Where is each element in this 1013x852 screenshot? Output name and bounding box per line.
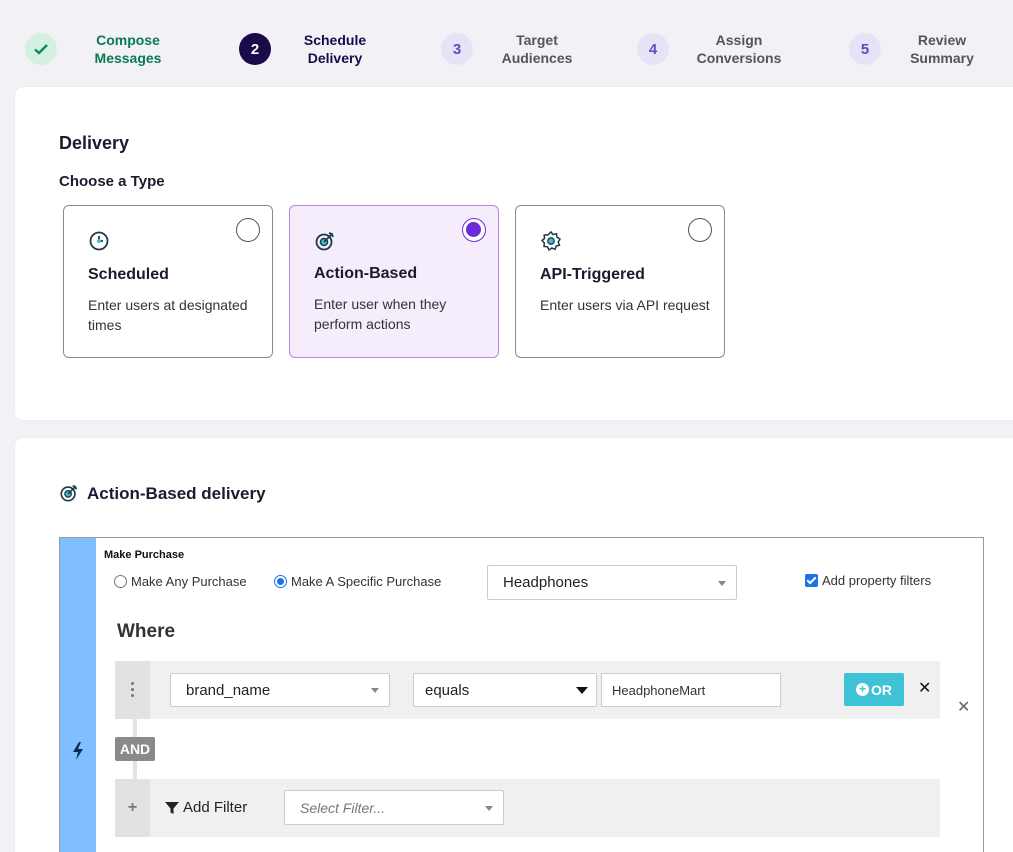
delivery-card: Delivery Choose a Type Scheduled Enter u… (15, 87, 1013, 420)
type-card-action-based[interactable]: Action-Based Enter user when they perfor… (289, 205, 499, 358)
add-property-filters-checkbox[interactable]: Add property filters (805, 573, 931, 588)
type-title: Scheduled (88, 266, 169, 283)
trigger-box: Make Purchase Make Any Purchase Make A S… (59, 537, 984, 852)
progress-stepper: Compose Messages 2 Schedule Delivery 3 T… (0, 0, 1013, 86)
trigger-side-bar (60, 538, 96, 852)
target-icon (60, 484, 78, 502)
step-label: Schedule Delivery (303, 32, 367, 66)
type-radio[interactable] (462, 218, 486, 242)
radio-make-any-purchase[interactable]: Make Any Purchase (114, 574, 247, 589)
product-select[interactable]: Headphones (487, 565, 737, 600)
funnel-icon (165, 801, 179, 814)
filter-row: brand_name equals HeadphoneMart + OR ✕ (115, 661, 940, 719)
drag-handle[interactable] (115, 661, 150, 719)
close-filter-group-button[interactable]: ✕ (957, 697, 970, 717)
select-filter-placeholder: Select Filter... (300, 799, 386, 816)
chevron-down-icon (718, 580, 726, 586)
add-filter-text: Add Filter (183, 799, 248, 816)
type-radio[interactable] (236, 218, 260, 242)
radio-label: Make A Specific Purchase (291, 574, 442, 589)
step-number: 4 (637, 33, 669, 65)
radio-make-specific-purchase[interactable]: Make A Specific Purchase (274, 574, 441, 589)
step-label: Review Summary (910, 32, 974, 66)
step-label: Assign Conversions (696, 32, 782, 66)
choose-type-label: Choose a Type (59, 173, 165, 190)
chevron-down-icon (485, 805, 493, 811)
type-description: Enter users via API request (540, 297, 710, 313)
step-schedule-delivery[interactable]: 2 Schedule Delivery (239, 31, 375, 67)
step-label: Compose Messages (94, 32, 162, 66)
step-compose-messages[interactable]: Compose Messages (25, 31, 171, 67)
checkbox-label: Add property filters (822, 573, 932, 588)
gear-icon (540, 230, 562, 252)
type-description: Enter users at designated times (88, 297, 248, 333)
type-card-api-triggered[interactable]: API-Triggered Enter users via API reques… (515, 205, 725, 358)
trigger-label: Make Purchase (104, 549, 185, 561)
step-review-summary[interactable]: 5 Review Summary (849, 31, 977, 67)
add-filter-label: Add Filter (165, 799, 247, 816)
caret-down-icon (576, 687, 588, 694)
step-label: Target Audiences (501, 32, 573, 66)
action-based-heading: Action-Based delivery (87, 484, 266, 503)
radio-label: Make Any Purchase (131, 574, 247, 589)
add-filter-row: + Add Filter Select Filter... (115, 779, 940, 837)
or-button-label: OR (871, 681, 892, 698)
target-icon (315, 232, 334, 251)
plus-icon[interactable]: + (115, 779, 150, 837)
step-number: 2 (239, 33, 271, 65)
property-select[interactable]: brand_name (170, 673, 390, 707)
or-button[interactable]: + OR (844, 673, 904, 706)
radio-button[interactable] (114, 575, 127, 588)
operator-select-value: equals (425, 681, 470, 699)
property-select-value: brand_name (186, 681, 271, 699)
delivery-heading: Delivery (59, 133, 130, 153)
plus-circle-icon: + (856, 683, 869, 696)
where-heading: Where (117, 621, 176, 642)
remove-filter-button[interactable]: ✕ (918, 678, 931, 698)
lightning-bolt-icon (73, 742, 83, 760)
check-icon (25, 33, 57, 65)
type-title: Action-Based (314, 265, 418, 282)
select-filter-dropdown[interactable]: Select Filter... (284, 790, 504, 825)
checkbox[interactable] (805, 574, 818, 587)
radio-button[interactable] (274, 575, 287, 588)
type-description: Enter user when they perform actions (314, 296, 447, 332)
type-radio[interactable] (688, 218, 712, 242)
and-badge: AND (115, 737, 155, 761)
filter-value-input[interactable]: HeadphoneMart (601, 673, 781, 707)
step-number: 5 (849, 33, 881, 65)
step-assign-conversions[interactable]: 4 Assign Conversions (637, 31, 785, 67)
drag-handle-icon (131, 682, 134, 698)
step-target-audiences[interactable]: 3 Target Audiences (441, 31, 577, 67)
clock-icon (89, 231, 109, 251)
type-card-scheduled[interactable]: Scheduled Enter users at designated time… (63, 205, 273, 358)
step-number: 3 (441, 33, 473, 65)
action-based-card: Action-Based delivery Make Purchase Make… (15, 438, 1013, 852)
product-select-value: Headphones (503, 574, 589, 591)
type-title: API-Triggered (540, 266, 645, 283)
chevron-down-icon (371, 688, 379, 693)
operator-select[interactable]: equals (413, 673, 597, 707)
